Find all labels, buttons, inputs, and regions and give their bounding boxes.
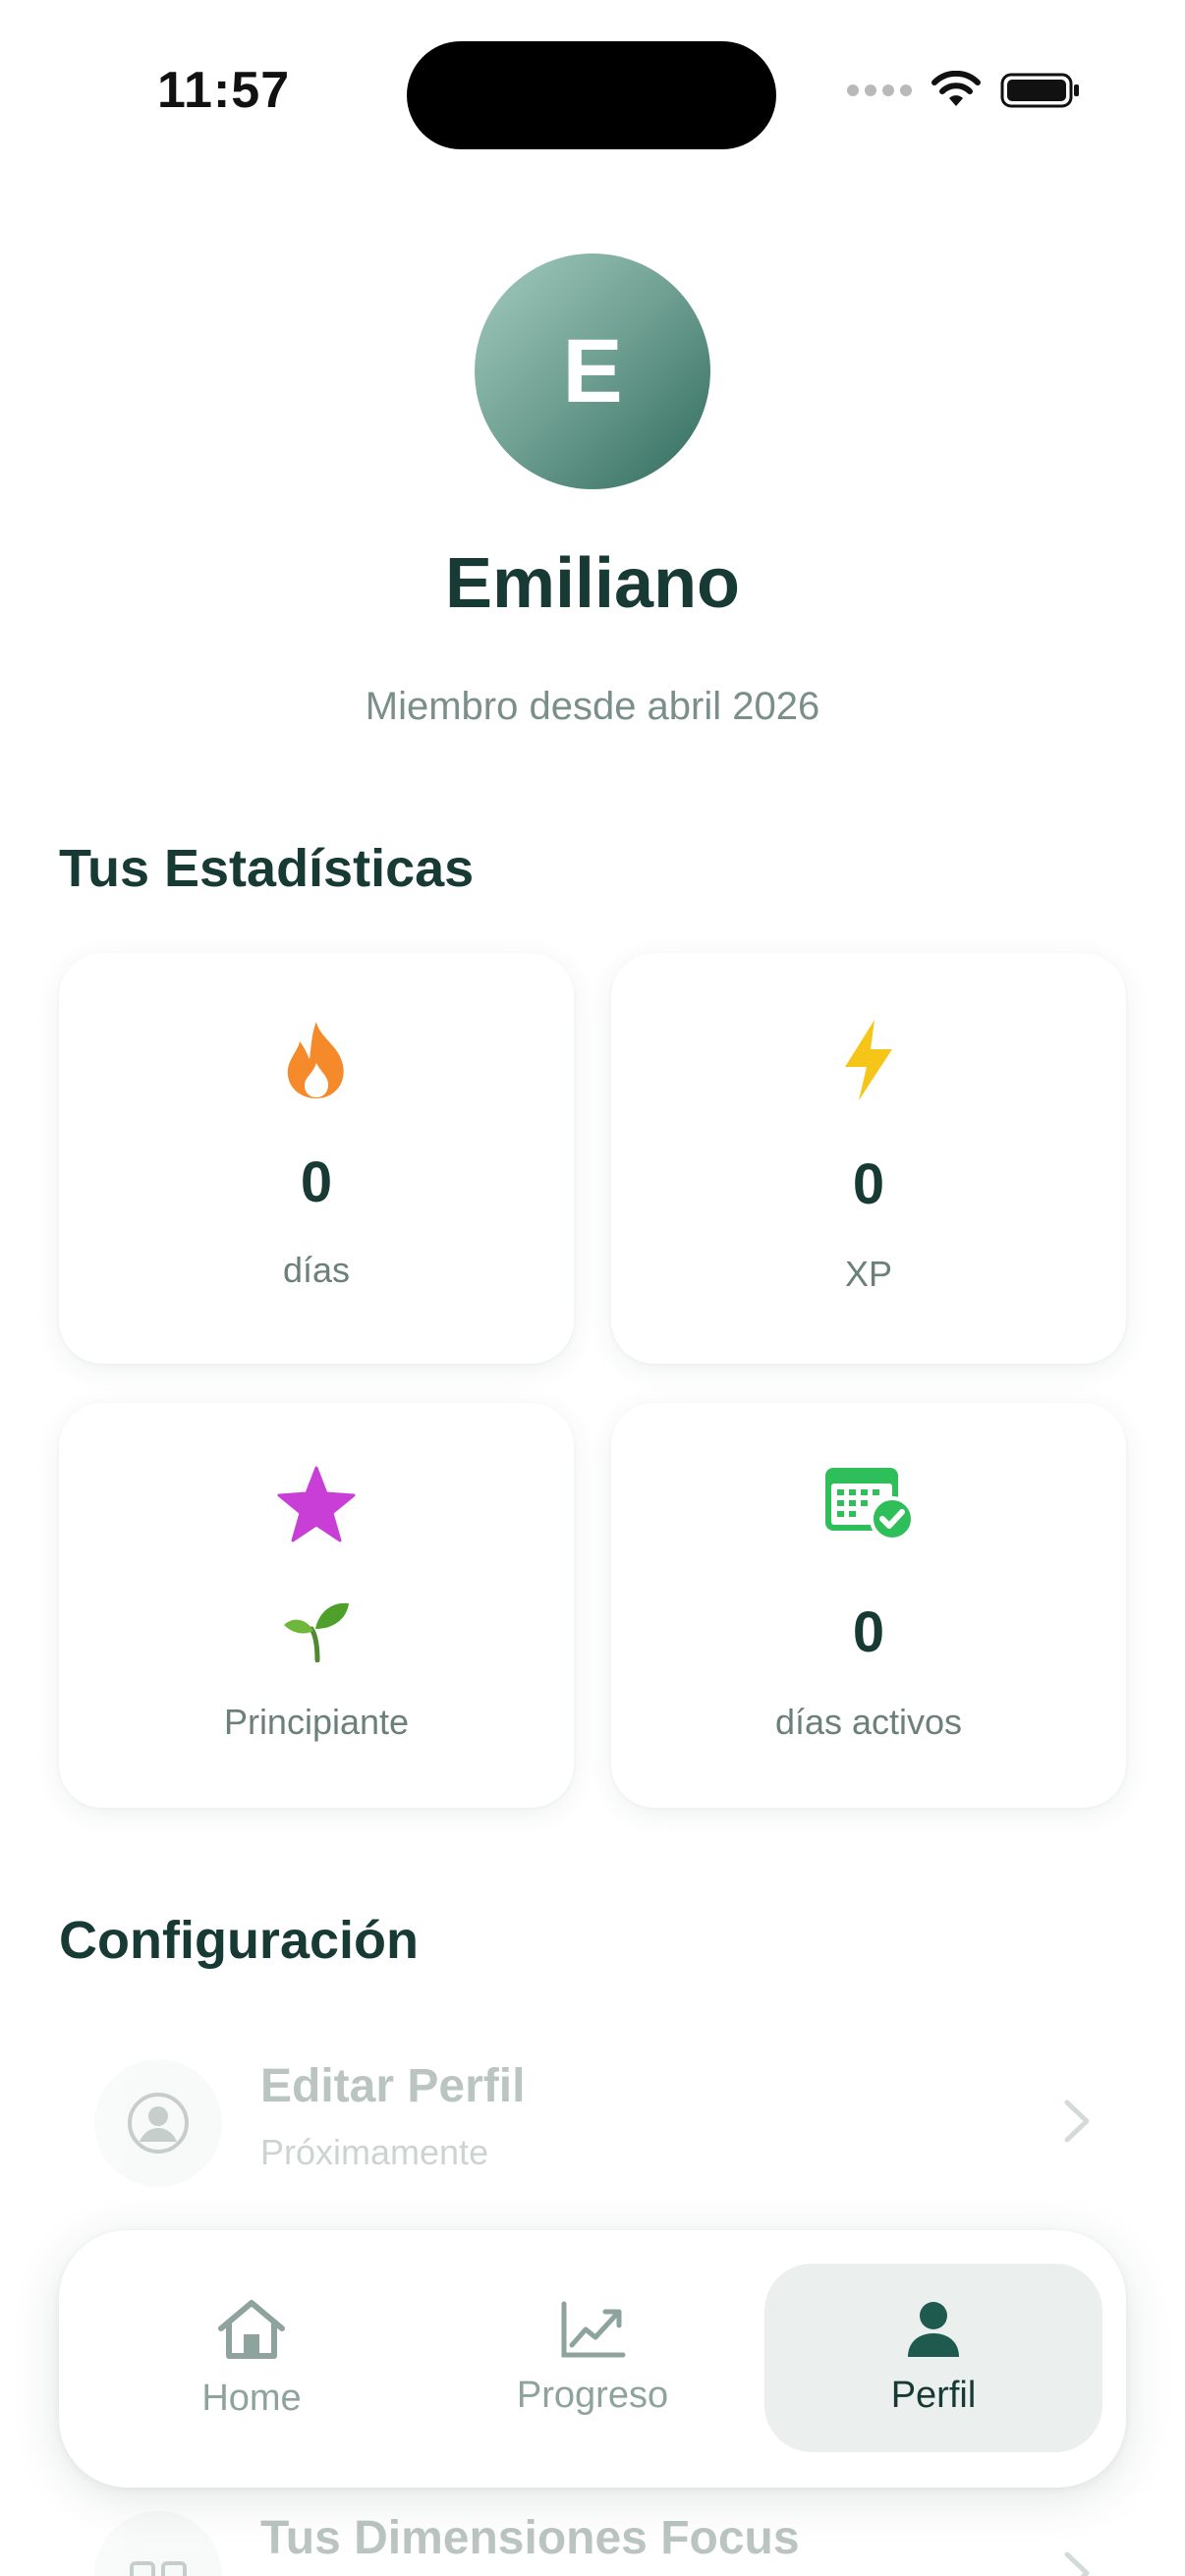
stat-label-level: Principiante <box>223 1702 410 1742</box>
sprout-icon <box>284 1602 349 1662</box>
tab-profile[interactable]: Perfil <box>764 2264 1102 2452</box>
person-icon <box>908 2301 959 2357</box>
user-name: Emiliano <box>444 544 741 623</box>
grid-icon <box>130 2561 187 2576</box>
home-icon <box>218 2299 285 2359</box>
settings-item-title: Editar Perfil <box>260 2060 526 2112</box>
settings-icon-bg <box>94 2511 222 2576</box>
tab-label: Home <box>201 2377 302 2419</box>
status-time: 11:57 <box>157 62 291 119</box>
stat-value-active-days: 0 <box>852 1600 885 1664</box>
chart-line-icon <box>561 2301 626 2357</box>
dynamic-island <box>407 41 776 149</box>
stat-label-xp: XP <box>844 1254 893 1294</box>
chevron-right-icon <box>1064 2100 1090 2143</box>
star-icon <box>277 1466 356 1542</box>
settings-item-edit-profile[interactable]: Editar Perfil Próximamente <box>59 2024 1126 2220</box>
tab-progress[interactable]: Progreso <box>423 2264 762 2452</box>
bottom-tab-bar: Home Progreso Perfil <box>59 2230 1126 2488</box>
settings-item-subtitle: Próximamente <box>260 2132 489 2172</box>
avatar-initial: E <box>562 320 623 421</box>
lightning-icon <box>845 1020 892 1100</box>
stat-label-streak: días <box>282 1250 351 1290</box>
member-since: Miembro desde abril 2026 <box>365 685 820 728</box>
tab-home[interactable]: Home <box>83 2264 421 2452</box>
profile-screen: 11:57 E Emiliano Miembro desde abril 202… <box>0 0 1185 2576</box>
user-circle-icon <box>128 2093 189 2154</box>
stat-card-level: Principiante <box>59 1403 574 1808</box>
stat-card-streak: 0 días <box>59 953 574 1364</box>
settings-item-focus-dimensions[interactable]: Tus Dimensiones Focus <box>59 2476 1126 2576</box>
tab-label: Perfil <box>890 2374 977 2416</box>
chevron-right-icon <box>1064 2551 1090 2576</box>
status-indicators <box>847 71 1081 110</box>
stat-value-xp: 0 <box>852 1152 885 1216</box>
stat-label-active-days: días activos <box>774 1702 963 1742</box>
cellular-signal-icon <box>847 84 912 96</box>
settings-item-title: Tus Dimensiones Focus <box>260 2512 800 2564</box>
avatar: E <box>475 253 710 489</box>
calendar-check-icon <box>825 1468 914 1540</box>
tab-label: Progreso <box>516 2374 669 2416</box>
stats-section-title: Tus Estadísticas <box>59 839 475 898</box>
settings-icon-bg <box>94 2059 222 2187</box>
settings-section-title: Configuración <box>59 1911 419 1970</box>
battery-icon <box>1000 73 1079 108</box>
wifi-icon <box>931 71 981 106</box>
flame-icon <box>287 1022 344 1098</box>
stat-card-xp: 0 XP <box>611 953 1126 1364</box>
stat-value-streak: 0 <box>300 1150 333 1214</box>
stat-card-active-days: 0 días activos <box>611 1403 1126 1808</box>
